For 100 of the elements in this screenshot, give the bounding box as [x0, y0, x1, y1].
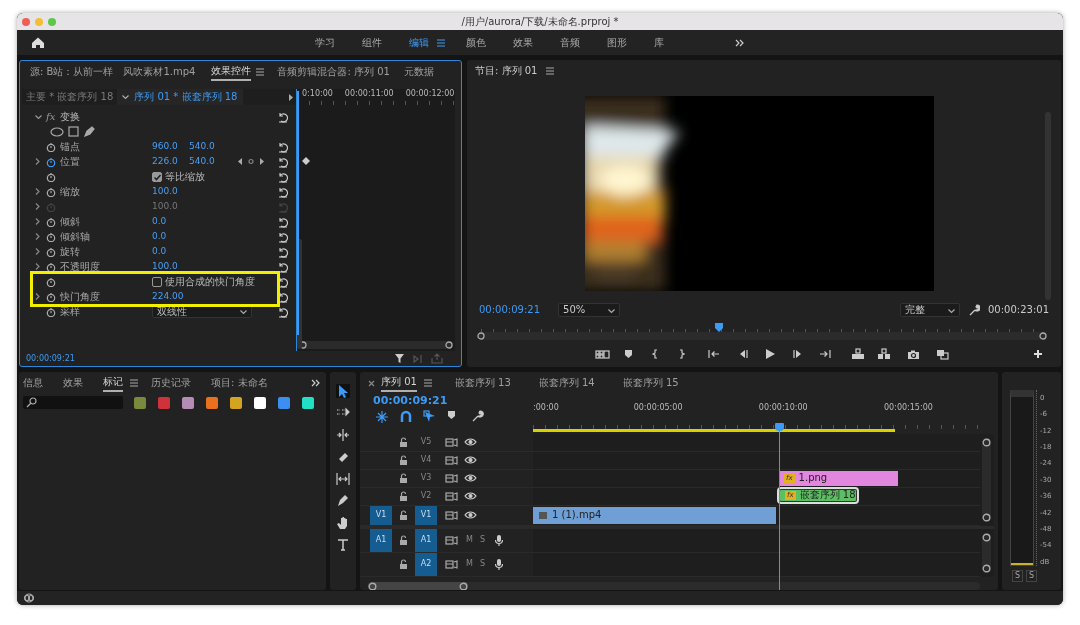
menu-icon[interactable]: [422, 378, 433, 388]
property-value[interactable]: 960.0: [152, 141, 189, 152]
reset-icon[interactable]: [277, 185, 289, 198]
add-marker-icon[interactable]: [624, 349, 633, 359]
property-value[interactable]: 540.0: [189, 141, 237, 152]
sync-lock-icon[interactable]: [445, 436, 458, 448]
track-target[interactable]: V4: [415, 451, 437, 469]
stopwatch-icon[interactable]: [46, 261, 56, 272]
pen-tool-icon[interactable]: [336, 494, 350, 508]
property-value[interactable]: 226.0: [152, 156, 189, 167]
workspace-tab[interactable]: 音频: [560, 36, 580, 49]
step-forward-icon[interactable]: [792, 349, 803, 359]
track-target[interactable]: V3: [415, 469, 437, 487]
play-only-icon[interactable]: [288, 92, 294, 102]
sync-lock-icon[interactable]: [445, 454, 458, 466]
eye-icon[interactable]: [464, 473, 477, 484]
home-icon[interactable]: [31, 36, 45, 49]
workspace-tab[interactable]: 编辑: [409, 36, 429, 49]
reset-icon[interactable]: [277, 110, 289, 123]
sync-lock-icon[interactable]: [445, 472, 458, 484]
solo-button[interactable]: S: [479, 559, 485, 569]
mark-out-icon[interactable]: [677, 349, 685, 359]
track-target[interactable]: A2: [415, 552, 437, 576]
color-filter-swatch[interactable]: [254, 396, 266, 409]
previous-keyframe-icon[interactable]: [237, 157, 243, 166]
scroll-bar[interactable]: [982, 532, 991, 573]
solo-button[interactable]: S: [479, 535, 485, 545]
workspace-tab[interactable]: 颜色: [466, 36, 486, 49]
chevron-right-icon[interactable]: [34, 157, 41, 166]
work-area-bar[interactable]: [533, 428, 896, 432]
panel-tab[interactable]: 信息: [23, 375, 43, 391]
more-icon[interactable]: [735, 38, 744, 47]
panel-tab[interactable]: 嵌套序列 15: [622, 375, 679, 391]
workspace-tab[interactable]: 库: [654, 36, 664, 49]
lock-icon[interactable]: [398, 454, 409, 466]
track-target[interactable]: A1: [415, 528, 437, 552]
more-icon[interactable]: [311, 379, 320, 387]
close-button[interactable]: [22, 17, 30, 26]
scroll-handle-icon[interactable]: [459, 581, 468, 590]
color-filter-swatch[interactable]: [302, 396, 314, 409]
eye-icon[interactable]: [464, 510, 477, 521]
reset-icon[interactable]: [277, 230, 289, 243]
sync-lock-icon[interactable]: [445, 558, 458, 570]
chevron-down-icon[interactable]: [34, 112, 43, 121]
search-field[interactable]: [23, 396, 123, 409]
reset-icon[interactable]: [277, 275, 289, 288]
camera-icon[interactable]: [907, 348, 920, 360]
stopwatch-icon[interactable]: [46, 156, 56, 167]
lock-icon[interactable]: [398, 509, 409, 521]
panel-tab[interactable]: 项目: 未命名: [211, 375, 268, 391]
reset-icon[interactable]: [277, 170, 289, 183]
menu-icon[interactable]: [129, 378, 139, 388]
property-value[interactable]: 224.00: [152, 291, 189, 302]
scroll-handle-icon[interactable]: [982, 437, 991, 447]
zoom-dropdown[interactable]: 50%: [558, 303, 620, 317]
clip[interactable]: 1 (1).mp4: [533, 506, 776, 524]
scroll-handle-icon[interactable]: [368, 581, 377, 590]
scroll-bar[interactable]: [368, 581, 980, 590]
lock-icon[interactable]: [398, 558, 409, 570]
keyframe-icon[interactable]: [301, 156, 311, 166]
workspace-tab[interactable]: 组件: [362, 36, 382, 49]
next-keyframe-icon[interactable]: [259, 157, 265, 166]
property-value[interactable]: 540.0: [189, 156, 237, 167]
chevron-right-icon[interactable]: [34, 232, 41, 241]
go-to-out-icon[interactable]: [819, 349, 831, 359]
scroll-bar[interactable]: [299, 341, 453, 349]
close-icon[interactable]: [368, 379, 375, 387]
mute-button[interactable]: M: [466, 559, 473, 569]
filter-icon[interactable]: [394, 353, 405, 364]
stopwatch-icon[interactable]: [46, 171, 56, 182]
color-filter-swatch[interactable]: [134, 396, 146, 409]
menu-icon[interactable]: [255, 67, 266, 77]
scroll-handle-icon[interactable]: [445, 341, 453, 349]
stopwatch-icon[interactable]: [46, 291, 56, 302]
sync-lock-icon[interactable]: [445, 490, 458, 502]
chevron-right-icon[interactable]: [34, 262, 41, 271]
eye-icon[interactable]: [464, 491, 477, 502]
microphone-icon[interactable]: [494, 557, 504, 571]
eye-icon[interactable]: [464, 455, 477, 466]
playhead[interactable]: [774, 423, 784, 590]
panel-tab[interactable]: 效果: [63, 375, 83, 391]
stopwatch-icon[interactable]: [46, 216, 56, 227]
stopwatch-icon[interactable]: [46, 306, 56, 317]
selection-tool-icon[interactable]: [336, 384, 350, 398]
scroll-bar[interactable]: [477, 332, 1047, 340]
scroll-handle-icon[interactable]: [477, 332, 485, 340]
panel-tab[interactable]: 历史记录: [151, 375, 191, 391]
scroll-handle-icon[interactable]: [1039, 332, 1047, 340]
scroll-bar[interactable]: [297, 239, 302, 349]
panel-tab[interactable]: 序列 01: [381, 374, 417, 392]
chevron-right-icon[interactable]: [34, 217, 41, 226]
lock-icon[interactable]: [398, 490, 409, 502]
play-icon[interactable]: [764, 348, 776, 360]
reset-icon[interactable]: [277, 245, 289, 258]
eye-icon[interactable]: [464, 437, 477, 448]
lift-icon[interactable]: [851, 348, 865, 360]
snap-icon[interactable]: [375, 410, 388, 424]
chevron-right-icon[interactable]: [34, 187, 41, 196]
panel-tab[interactable]: 音频剪辑混合器: 序列 01: [277, 64, 390, 80]
slip-tool-icon[interactable]: [336, 472, 350, 486]
